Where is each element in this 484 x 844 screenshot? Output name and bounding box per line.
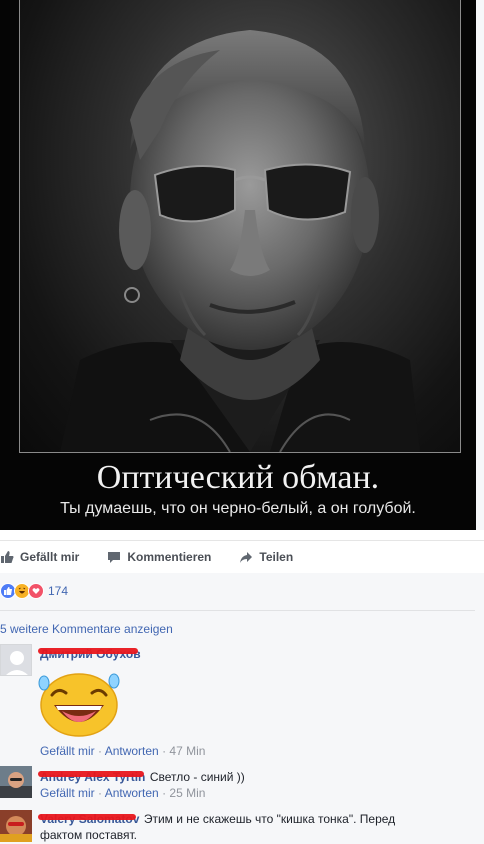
share-button[interactable]: Teilen bbox=[239, 550, 293, 564]
redaction-mark bbox=[38, 814, 136, 820]
page-background bbox=[476, 0, 484, 530]
comment-time: 25 Min bbox=[169, 786, 206, 800]
reactions-summary[interactable]: 174 bbox=[0, 583, 68, 599]
portrait-photo bbox=[19, 0, 461, 453]
share-label: Teilen bbox=[259, 550, 294, 564]
reaction-count: 174 bbox=[48, 584, 69, 598]
avatar[interactable] bbox=[0, 766, 32, 798]
user-photo-icon bbox=[0, 766, 32, 798]
laughing-sticker bbox=[38, 667, 122, 739]
post-action-bar: Gefällt mir Kommentieren Teilen bbox=[0, 540, 484, 574]
view-more-comments-link[interactable]: 5 weitere Kommentare anzeigen bbox=[0, 622, 173, 636]
comment-reply-link[interactable]: Antworten bbox=[105, 786, 159, 800]
like-label: Gefällt mir bbox=[20, 550, 80, 564]
thumbs-up-icon bbox=[1, 551, 14, 563]
post-image[interactable]: Оптический обман. Ты думаешь, что он чер… bbox=[0, 0, 476, 530]
love-icon bbox=[28, 583, 44, 599]
user-photo-icon bbox=[0, 810, 32, 842]
poster-title: Оптический обман. bbox=[96, 459, 380, 496]
share-arrow-icon bbox=[240, 552, 253, 563]
comment-meta: Gefällt mir · Antworten · 25 Min bbox=[40, 786, 206, 800]
comment-button[interactable]: Kommentieren bbox=[107, 550, 211, 564]
comment-time: 47 Min bbox=[169, 744, 206, 758]
comment-label: Kommentieren bbox=[127, 550, 212, 564]
divider bbox=[0, 610, 475, 611]
comment-reply-link[interactable]: Antworten bbox=[105, 744, 159, 758]
poster-subtitle: Ты думаешь, что он черно-белый, а он гол… bbox=[60, 500, 416, 517]
comment-like-link[interactable]: Gefällt mir bbox=[40, 744, 95, 758]
comment-icon bbox=[108, 552, 121, 563]
redaction-mark bbox=[38, 771, 144, 777]
comment-like-link[interactable]: Gefällt mir bbox=[40, 786, 95, 800]
redaction-mark bbox=[38, 648, 138, 654]
like-button[interactable]: Gefällt mir bbox=[0, 550, 79, 564]
default-avatar-icon bbox=[1, 645, 31, 675]
avatar[interactable] bbox=[0, 644, 32, 676]
avatar[interactable] bbox=[0, 810, 32, 842]
comment-text: Светло - синий )) bbox=[149, 770, 245, 784]
comment-meta: Gefällt mir · Antworten · 47 Min bbox=[40, 744, 206, 758]
portrait-illustration bbox=[60, 30, 420, 452]
